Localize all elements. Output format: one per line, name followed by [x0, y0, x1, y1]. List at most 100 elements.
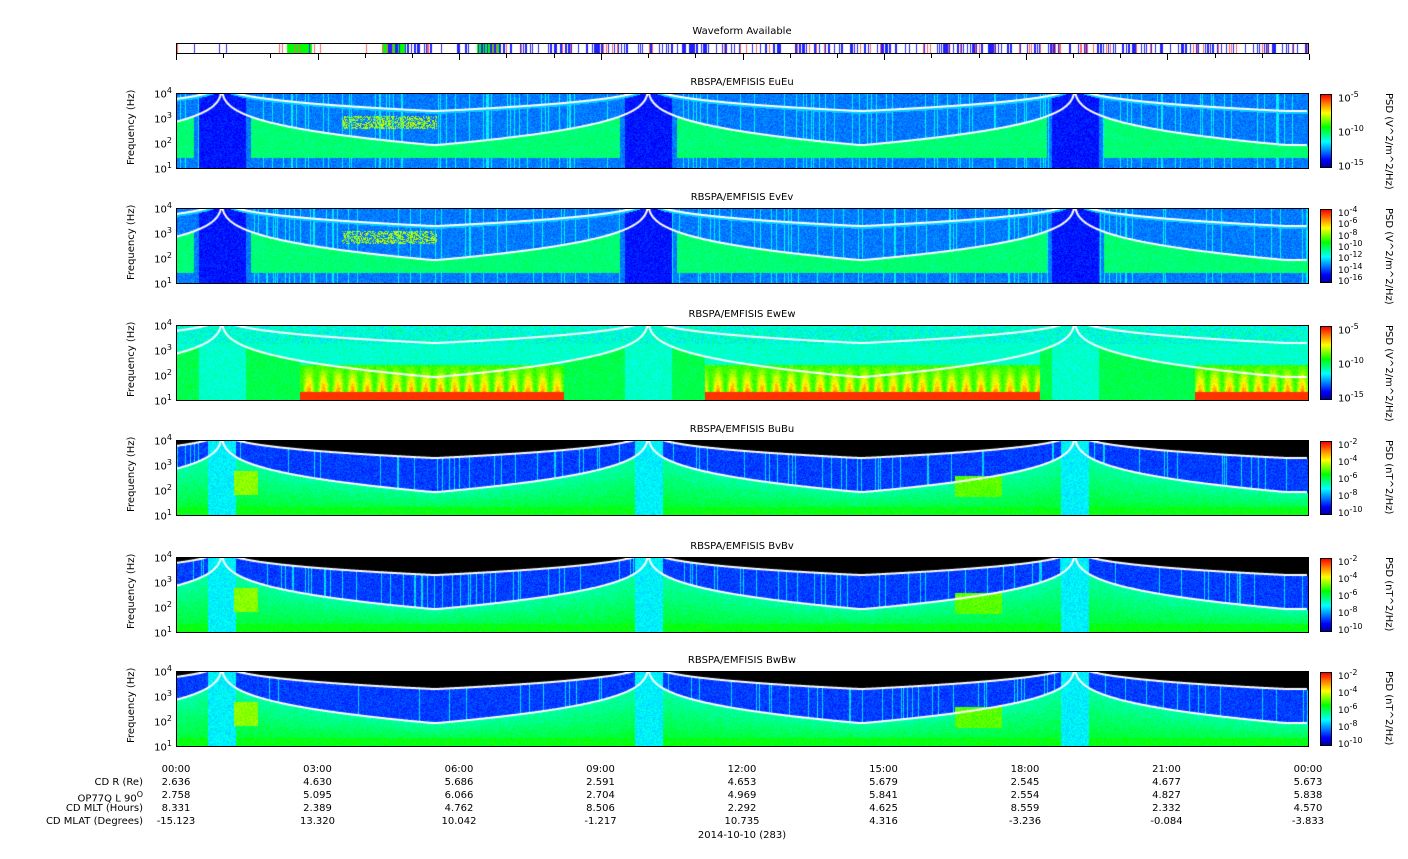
colorbar-tick-exp: -10 [1349, 622, 1363, 631]
colorbar-tick: 10-2 [1338, 554, 1357, 568]
y-tick-exp: 3 [166, 343, 172, 352]
colorbar-tick-exp: -10 [1349, 505, 1363, 514]
ephemeris-value: -3.236 [1008, 816, 1042, 827]
colorbar-tick-exp: -8 [1349, 227, 1358, 237]
y-tick-base: 10 [154, 89, 167, 101]
colorbar [1320, 94, 1332, 168]
x-tick-label: 21:00 [1152, 764, 1181, 775]
x-tick [1120, 54, 1122, 58]
x-tick [1309, 54, 1310, 60]
y-tick-base: 10 [154, 279, 167, 291]
ephemeris-value: 4.316 [869, 816, 898, 827]
colorbar-tick: 10-2 [1338, 668, 1357, 682]
colorbar-tick-base: 10 [1338, 93, 1351, 105]
colorbar-tick: 10-8 [1338, 605, 1357, 619]
waveform-title: Waveform Available [692, 26, 792, 37]
y-tick-exp: 3 [166, 689, 172, 698]
x-tick [270, 54, 272, 58]
ephemeris-value: 10.042 [441, 816, 477, 827]
ephemeris-value: 5.679 [869, 777, 898, 788]
x-tick [695, 54, 697, 58]
colorbar-tick: 10-10 [1338, 505, 1363, 519]
colorbar-tick-exp: -5 [1350, 322, 1359, 331]
spectrogram-panel [176, 325, 1309, 401]
waveform-availability-bar [176, 43, 1309, 54]
colorbar [1320, 326, 1332, 400]
colorbar-tick-exp: -14 [1349, 261, 1363, 271]
x-tick-label: 18:00 [1010, 764, 1040, 775]
colorbar-tick-base: 10 [1338, 592, 1350, 602]
y-tick-exp: 1 [166, 393, 172, 402]
y-tick-exp: 2 [166, 368, 172, 377]
colorbar-label: PSD (nT^2/Hz) [1383, 557, 1394, 632]
y-tick-base: 10 [154, 717, 167, 729]
y-tick-exp: 2 [166, 600, 172, 609]
spectrogram-image [177, 209, 1308, 283]
x-tick [978, 54, 980, 58]
y-tick-label: 104 [154, 550, 172, 564]
y-tick-label: 101 [154, 508, 172, 522]
y-tick-exp: 4 [166, 318, 172, 327]
colorbar-tick-exp: -10 [1350, 124, 1364, 133]
ephemeris-value: 2.545 [1010, 777, 1040, 788]
ephemeris-value: 5.673 [1293, 777, 1323, 788]
ephemeris-value: 4.630 [303, 777, 332, 788]
x-tick-label: 06:00 [444, 764, 474, 775]
spectrogram-panel [176, 208, 1309, 284]
ephemeris-label: CD MLT (Hours) [66, 803, 143, 814]
y-tick-base: 10 [154, 603, 167, 615]
ephemeris-value: 6.066 [444, 790, 474, 801]
colorbar-tick-exp: -8 [1349, 488, 1358, 497]
ephemeris-value: -3.833 [1291, 816, 1325, 827]
colorbar-tick-base: 10 [1338, 740, 1350, 750]
colorbar-tick-base: 10 [1338, 492, 1350, 502]
colorbar-tick: 10-8 [1338, 719, 1357, 733]
colorbar-tick-base: 10 [1338, 359, 1351, 371]
colorbar-tick: 10-4 [1338, 685, 1357, 699]
emfisis-summary-plot: Waveform Available RBSPA/EMFISIS EuEu 101… [0, 0, 1408, 859]
ephemeris-value: 2.332 [1152, 803, 1181, 814]
y-tick-exp: 4 [166, 433, 172, 442]
colorbar-tick-base: 10 [1338, 609, 1350, 619]
ephemeris-value: 2.758 [161, 790, 191, 801]
x-tick [931, 54, 933, 58]
ephemeris-value: 8.331 [161, 803, 191, 814]
spectrogram-image [177, 94, 1308, 168]
colorbar-tick-exp: -15 [1350, 158, 1364, 167]
colorbar-tick-exp: -10 [1349, 239, 1363, 248]
colorbar-tick-base: 10 [1338, 325, 1351, 337]
colorbar-tick-exp: -10 [1349, 736, 1363, 745]
colorbar-tick-exp: -8 [1349, 719, 1358, 728]
colorbar-tick-exp: -4 [1349, 571, 1358, 580]
y-tick-label: 101 [154, 161, 172, 175]
y-tick-label: 101 [154, 625, 172, 639]
colorbar-tick-exp: -12 [1349, 250, 1363, 260]
y-tick-base: 10 [154, 436, 167, 448]
ephemeris-value: 8.559 [1010, 803, 1040, 814]
colorbar-tick: 10-4 [1338, 571, 1357, 585]
y-tick-base: 10 [154, 346, 167, 358]
ephemeris-value: 2.554 [1010, 790, 1040, 801]
ephemeris-label-text: CD R (Re) [94, 777, 143, 788]
x-tick-label: 12:00 [727, 764, 757, 775]
ephemeris-value: -1.217 [584, 816, 617, 827]
colorbar-tick: 10-8 [1338, 488, 1357, 502]
y-tick-exp: 1 [166, 161, 172, 170]
y-axis-label: Frequency (Hz) [126, 89, 137, 165]
colorbar-tick-base: 10 [1338, 441, 1350, 451]
ephemeris-value: 10.735 [724, 816, 760, 827]
degree-sup: O [136, 790, 143, 799]
y-axis-label: Frequency (Hz) [126, 321, 137, 397]
colorbar-label: PSD (V^2/m^2/Hz) [1383, 208, 1394, 305]
ephemeris-value: 2.591 [586, 777, 615, 788]
y-tick-label: 101 [154, 276, 172, 290]
colorbar-tick-base: 10 [1338, 689, 1350, 699]
x-tick-label: 00:00 [1293, 764, 1323, 775]
ephemeris-value: -0.084 [1150, 816, 1183, 827]
y-tick-base: 10 [154, 461, 167, 473]
colorbar-tick: 10-10 [1338, 124, 1364, 138]
ephemeris-value: 4.653 [727, 777, 757, 788]
y-tick-base: 10 [154, 204, 167, 216]
colorbar-tick: 10-4 [1338, 454, 1357, 468]
colorbar-tick-base: 10 [1338, 558, 1350, 568]
